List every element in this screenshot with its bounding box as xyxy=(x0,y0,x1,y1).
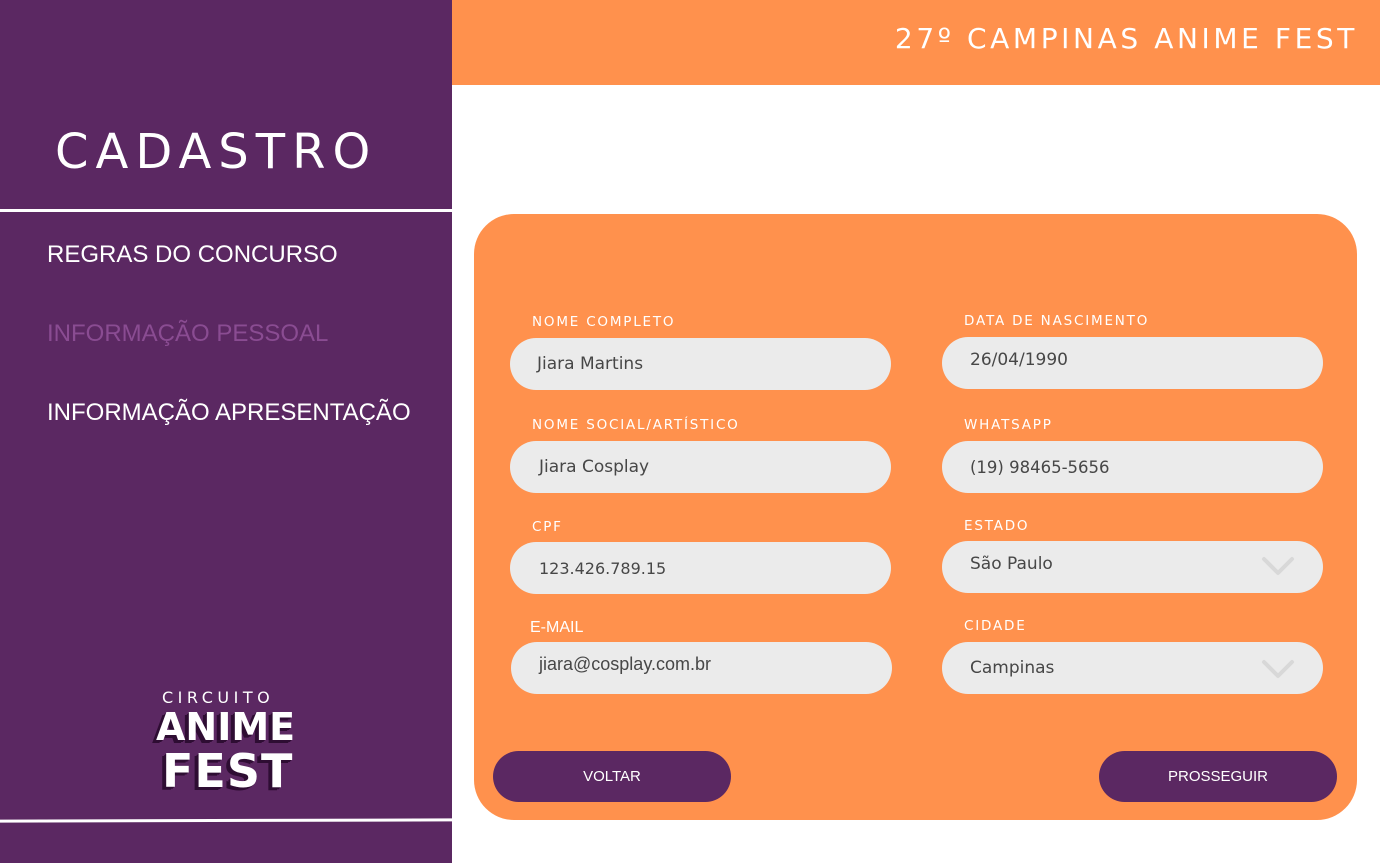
header-bar: 27º CAMPINAS ANIME FEST xyxy=(452,0,1380,85)
data-nascimento-field[interactable]: 26/04/1990 xyxy=(942,337,1323,389)
chevron-down-icon xyxy=(1262,660,1294,678)
email-label: E-MAIL xyxy=(530,619,584,636)
sidebar-item-informacao-pessoal[interactable]: INFORMAÇÃO PESSOAL xyxy=(47,320,328,348)
cidade-select-value: Campinas xyxy=(970,658,1055,678)
cpf-field[interactable]: 123.426.789.15 xyxy=(510,542,891,594)
next-button[interactable]: PROSSEGUIR xyxy=(1099,751,1337,802)
event-title: 27º CAMPINAS ANIME FEST xyxy=(894,22,1358,55)
whatsapp-label: WHATSAPP xyxy=(964,417,1053,433)
sidebar-divider-bottom xyxy=(0,818,453,823)
registration-form: NOME COMPLETO Jiara Martins NOME SOCIAL/… xyxy=(474,214,1357,820)
estado-label: ESTADO xyxy=(964,518,1030,534)
nome-social-label: NOME SOCIAL/ARTÍSTICO xyxy=(532,417,740,433)
nome-completo-field[interactable]: Jiara Martins xyxy=(510,338,891,390)
email-field[interactable]: jiara@cosplay.com.br xyxy=(511,642,892,694)
whatsapp-field[interactable]: (19) 98465-5656 xyxy=(942,441,1323,493)
back-button[interactable]: VOLTAR xyxy=(493,751,731,802)
sidebar-item-regras[interactable]: REGRAS DO CONCURSO xyxy=(47,241,338,269)
data-nascimento-label: DATA DE NASCIMENTO xyxy=(964,313,1150,329)
cidade-label: CIDADE xyxy=(964,618,1027,634)
sidebar: CADASTRO REGRAS DO CONCURSO INFORMAÇÃO P… xyxy=(0,0,453,863)
chevron-down-icon xyxy=(1262,557,1294,575)
cpf-label: CPF xyxy=(532,519,563,535)
circuito-anime-fest-logo: CIRCUITO ANIME FEST xyxy=(150,688,300,800)
cidade-select[interactable]: Campinas xyxy=(942,642,1323,694)
estado-select-value: São Paulo xyxy=(970,554,1053,574)
page-title: CADASTRO xyxy=(55,124,378,180)
nome-social-field[interactable]: Jiara Cosplay xyxy=(510,441,891,493)
estado-select[interactable]: São Paulo xyxy=(942,541,1323,593)
sidebar-item-informacao-apresentacao[interactable]: INFORMAÇÃO APRESENTAÇÃO xyxy=(47,399,411,427)
logo-fest-text: FEST xyxy=(162,744,294,798)
sidebar-divider xyxy=(0,209,452,212)
nome-completo-label: NOME COMPLETO xyxy=(532,314,676,330)
logo-anime-text: ANIME xyxy=(156,705,296,749)
